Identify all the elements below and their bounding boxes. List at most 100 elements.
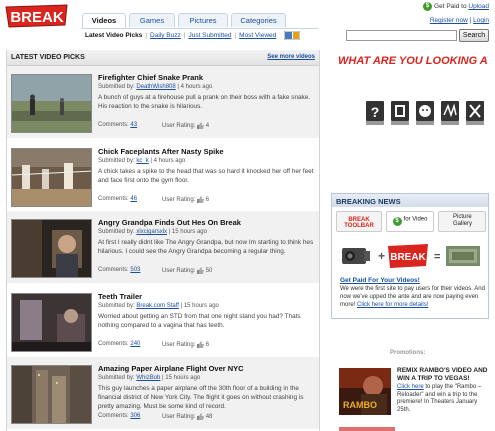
video-description: A chick takes a spike to the head that w… (98, 168, 314, 184)
register-link[interactable]: Register now (430, 17, 468, 24)
film-icon[interactable] (389, 97, 411, 127)
video-comments: Comments: 46 (98, 196, 137, 202)
tab-picture-gallery[interactable]: Picture Gallery (438, 211, 486, 232)
video-submitter: Submitted by: DeathWish808 | 4 hours ago (98, 84, 212, 90)
sports-icon[interactable] (439, 97, 461, 127)
video-title[interactable]: Chick Faceplants After Nasty Spike (98, 147, 224, 156)
video-item: Teeth Trailer Submitted by: Break.com St… (7, 285, 319, 357)
login-link[interactable]: Login (473, 17, 489, 24)
video-submitter: Submitted by: kc_k | 4 hours ago (98, 158, 185, 164)
video-comments: Comments: 240 (98, 341, 140, 347)
video-title[interactable]: Angry Grandpa Finds Out Hes On Break (98, 218, 241, 227)
panel-header: LATEST VIDEO PICKS See more videos (7, 50, 319, 66)
video-description: This guy launches a paper airplane off t… (98, 385, 304, 410)
comments-label: Comments: (98, 413, 129, 419)
bottom-accent-bar (339, 427, 395, 431)
subnav-just-submitted[interactable]: Just Submitted (185, 29, 234, 42)
comments-count-link[interactable]: 503 (130, 267, 140, 273)
submitted-by-label: Submitted by: (98, 303, 135, 309)
thumbs-up-icon[interactable] (197, 196, 205, 203)
break-logo[interactable]: BREAK (4, 3, 70, 29)
account-links: Register now | Login (430, 17, 489, 24)
video-item: Firefighter Chief Snake Prank Submitted … (7, 66, 319, 138)
video-title[interactable]: Firefighter Chief Snake Prank (98, 73, 203, 82)
get-paid-promo: $ Get Paid to Upload (423, 2, 489, 11)
category-icon-row: ? (364, 97, 489, 127)
panel-title: LATEST VIDEO PICKS (11, 54, 85, 61)
video-age: | 4 hours ago (150, 158, 186, 164)
comments-count-link[interactable]: 306 (130, 413, 140, 419)
get-paid-for-videos-link[interactable]: Get Paid For Your Videos! (340, 277, 420, 284)
digg-icon[interactable] (284, 30, 301, 40)
video-thumbnail[interactable] (11, 293, 92, 352)
latest-video-picks-panel: LATEST VIDEO PICKS See more videos Firef… (6, 50, 320, 431)
question-icon[interactable]: ? (364, 97, 386, 127)
see-more-videos-link[interactable]: See more videos (267, 54, 315, 60)
video-comments: Comments: 306 (98, 413, 140, 419)
tab-videos[interactable]: Videos (82, 13, 126, 28)
tab-games[interactable]: Games (129, 13, 175, 27)
video-title[interactable]: Teeth Trailer (98, 292, 142, 301)
video-comments: Comments: 503 (98, 267, 140, 273)
rating-value: 6 (205, 197, 210, 204)
upload-link[interactable]: Upload (468, 3, 489, 10)
rating-label: User Rating: (162, 342, 196, 349)
get-paid-illustration: + BREAK = (336, 238, 486, 274)
comments-label: Comments: (98, 196, 129, 202)
video-rating: User Rating: 4 (162, 122, 209, 129)
banner-heading: WHAT ARE YOU LOOKING AT? (338, 55, 488, 67)
video-item: Angry Grandpa Finds Out Hes On Break Sub… (7, 211, 319, 283)
tab-categories[interactable]: Categories (231, 13, 286, 27)
subnav-daily-buzz[interactable]: Daily Buzz (147, 29, 184, 42)
thumbs-up-icon[interactable] (197, 413, 205, 420)
video-submitter: Submitted by: xlxcigarsxlx | 15 hours ag… (98, 229, 207, 235)
thumbs-up-icon[interactable] (197, 267, 205, 274)
thumbs-up-icon[interactable] (197, 122, 205, 129)
more-details-link[interactable]: Click here for more details! (357, 302, 428, 308)
rating-label: User Rating: (162, 268, 196, 275)
video-rating: User Rating: 48 (162, 413, 212, 420)
video-submitter: Submitted by: Break.com Staff | 15 hours… (98, 303, 219, 309)
tab-break-toolbar[interactable]: BREAK TOOLBAR (336, 211, 382, 232)
breaking-news-text: We were the first site to pay users for … (340, 285, 486, 309)
tab-break-toolbar-label: BREAK TOOLBAR (344, 217, 374, 229)
what-are-you-looking-at-banner: WHAT ARE YOU LOOKING AT? (338, 52, 495, 68)
promo-click-here-link[interactable]: Click here (397, 384, 424, 390)
submitter-link[interactable]: Break.com Staff (136, 303, 179, 309)
video-age: | 4 hours ago (177, 84, 213, 90)
submitter-link[interactable]: DeathWish808 (136, 84, 175, 90)
search-input[interactable] (346, 30, 457, 41)
video-thumbnail[interactable] (11, 148, 92, 207)
submitter-link[interactable]: kc_k (136, 158, 148, 164)
tab-for-video[interactable]: $ for Video (386, 211, 434, 232)
video-age: | 15 hours ago (162, 375, 201, 381)
video-age: | 15 hours ago (168, 229, 207, 235)
comments-count-link[interactable]: 46 (130, 196, 137, 202)
account-separator: | (469, 17, 472, 24)
tab-pictures[interactable]: Pictures (178, 13, 228, 27)
subnav-latest-video-picks[interactable]: Latest Video Picks (82, 29, 145, 42)
rating-value: 50 (205, 268, 213, 275)
rambo-promo-image[interactable]: RAMBO (339, 368, 391, 415)
video-age: | 15 hours ago (180, 303, 219, 309)
video-title[interactable]: Amazing Paper Airplane Flight Over NYC (98, 364, 244, 373)
breaking-news-tabs: BREAK TOOLBAR $ for Video Picture Gallery (336, 211, 486, 232)
video-thumbnail[interactable] (11, 219, 92, 278)
face-icon[interactable] (414, 97, 436, 127)
promo-image-text: RAMBO (343, 400, 377, 410)
video-thumbnail[interactable] (11, 365, 92, 424)
search-button[interactable]: Search (459, 29, 489, 42)
submitter-link[interactable]: WhizBob (136, 375, 160, 381)
thumbs-up-icon[interactable] (197, 341, 205, 348)
promo-title: REMIX RAMBO'S VIDEO AND WIN A TRIP TO VE… (397, 367, 488, 382)
dollar-icon: $ (423, 2, 433, 11)
rating-value: 4 (205, 123, 210, 130)
video-item: Chick Faceplants After Nasty Spike Submi… (7, 140, 319, 212)
breaking-news-title: BREAKING NEWS (332, 194, 488, 207)
video-thumbnail[interactable] (11, 74, 92, 133)
comments-count-link[interactable]: 43 (130, 122, 137, 128)
tools-icon[interactable] (464, 97, 486, 127)
comments-count-link[interactable]: 240 (130, 341, 140, 347)
submitter-link[interactable]: xlxcigarsxlx (136, 229, 167, 235)
subnav-most-viewed[interactable]: Most Viewed (236, 29, 279, 42)
